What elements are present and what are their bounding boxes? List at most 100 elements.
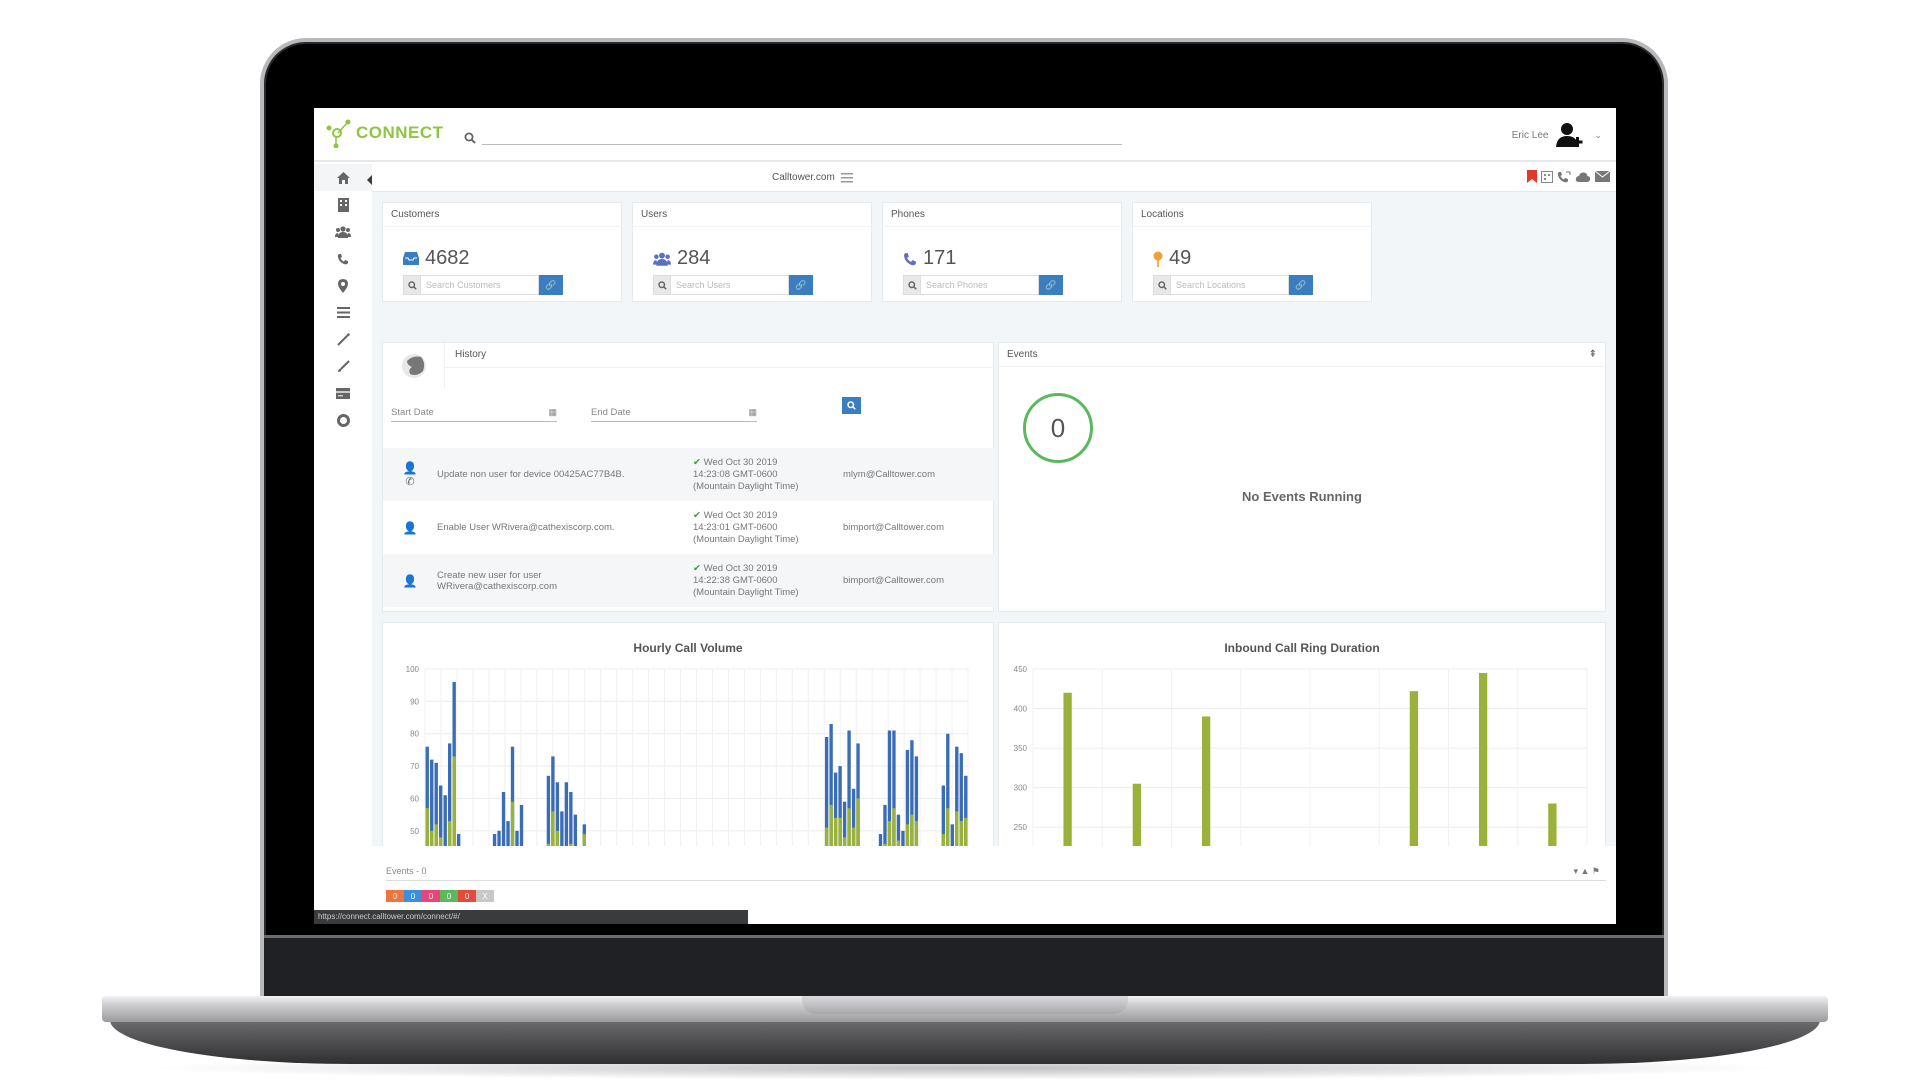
history-row[interactable]: 👤 Enable User WRivera@cathexiscorp.com. …	[383, 501, 995, 554]
sidebar-item-support[interactable]	[314, 407, 372, 434]
inbox-icon	[403, 252, 419, 265]
history-description: Enable User WRivera@cathexiscorp.com.	[437, 522, 615, 533]
sidebar-item-home[interactable]	[314, 164, 372, 191]
stat-value: 171	[923, 247, 957, 269]
user-icon: 👤	[402, 461, 418, 475]
phone-forward-icon[interactable]	[1557, 171, 1571, 183]
building-icon	[337, 197, 349, 212]
user-name: Eric Lee	[1511, 129, 1549, 141]
qr-icon[interactable]	[1541, 170, 1553, 183]
end-date-input[interactable]: End Date ▦	[591, 407, 757, 422]
event-badge[interactable]: 0	[404, 890, 422, 902]
sidebar-item-locations[interactable]	[314, 272, 372, 299]
location-search: Search Locations 🔗	[1153, 275, 1313, 295]
brush-icon	[337, 360, 350, 372]
stat-value: 49	[1169, 247, 1192, 269]
event-badge[interactable]: 0	[458, 890, 476, 902]
bar-inbound	[946, 808, 950, 847]
bar-inbound	[430, 830, 434, 847]
brand-name: CONNECT	[356, 123, 444, 142]
link-button[interactable]: 🔗	[1039, 275, 1063, 295]
sidebar	[314, 164, 372, 924]
menu-icon[interactable]	[840, 172, 853, 183]
bar-outbound	[569, 791, 573, 847]
history-date: ✔ Wed Oct 30 2019 14:23:08 GMT-0600 (Mount…	[693, 456, 799, 492]
bar-inbound	[959, 821, 963, 847]
bar-outbound	[506, 821, 510, 847]
link-button[interactable]: 🔗	[539, 275, 563, 295]
event-badge[interactable]: X	[476, 890, 494, 902]
stat-value: 4682	[425, 247, 470, 269]
toolbar-icons	[1527, 170, 1610, 183]
bar-outbound	[883, 804, 887, 847]
phone-icon	[904, 252, 916, 265]
sidebar-item-list[interactable]	[314, 299, 372, 326]
sidebar-item-phones[interactable]	[314, 245, 372, 272]
sidebar-item-billing[interactable]	[314, 380, 372, 407]
bar	[1478, 672, 1488, 847]
stat-value: 284	[677, 247, 711, 269]
globe-icon-box	[383, 343, 445, 389]
search-icon	[903, 275, 921, 295]
bar-inbound	[851, 827, 856, 847]
bar-inbound	[434, 824, 438, 847]
cloud-upload-icon[interactable]	[1575, 171, 1591, 183]
bookmark-icon[interactable]	[1527, 170, 1537, 183]
mail-icon[interactable]	[1595, 171, 1610, 182]
search-input[interactable]	[482, 144, 1122, 145]
history-search-button[interactable]	[842, 397, 861, 414]
history-date: ✔ Wed Oct 30 2019 14:22:38 GMT-0600 (Mount…	[693, 562, 799, 598]
search-icon	[653, 275, 671, 295]
events-count-ring: 0	[1023, 393, 1093, 463]
warning-icon[interactable]: ▲	[1580, 866, 1589, 876]
bar-outbound	[515, 830, 519, 847]
link-button[interactable]: 🔗	[789, 275, 813, 295]
sidebar-item-wizard[interactable]	[314, 326, 372, 353]
bar-inbound	[510, 801, 515, 847]
link-icon: 🔗	[795, 279, 807, 290]
event-badge[interactable]: 0	[422, 890, 440, 902]
sidebar-item-customers[interactable]	[314, 191, 372, 218]
history-row[interactable]: 👤 Create new user for user WRivera@cathe…	[383, 554, 995, 607]
phone-search: Search Phones 🔗	[903, 275, 1063, 295]
home-icon	[336, 171, 350, 184]
collapse-icon[interactable]: ▾	[1573, 866, 1578, 876]
bar-inbound	[555, 830, 560, 847]
search-customers-input[interactable]: Search Customers	[421, 275, 539, 295]
bar	[1201, 716, 1211, 847]
bar-inbound	[824, 827, 829, 847]
event-badge[interactable]: 0	[440, 890, 458, 902]
bar-outbound	[950, 824, 954, 847]
bar-inbound	[964, 817, 968, 847]
sidebar-item-users[interactable]	[314, 218, 372, 245]
sidebar-item-customize[interactable]	[314, 353, 372, 380]
user-menu[interactable]: Eric Lee ⌄	[1512, 122, 1602, 148]
y-tick-label: 50	[410, 827, 419, 836]
event-badges: 00000X	[386, 890, 494, 902]
globe-icon	[401, 354, 426, 378]
link-button[interactable]: 🔗	[1289, 275, 1313, 295]
breadcrumb-domain[interactable]: Calltower.com	[772, 172, 835, 183]
search-phones-input[interactable]: Search Phones	[921, 275, 1039, 295]
calendar-icon[interactable]: ▦	[548, 407, 557, 418]
event-badge[interactable]: 0	[386, 890, 404, 902]
bar-outbound	[443, 795, 447, 847]
start-date-input[interactable]: Start Date ▦	[391, 407, 557, 422]
bar-inbound	[856, 798, 860, 847]
browser-status-url: https://connect.calltower.com/connect/#/	[314, 910, 748, 924]
search-users-input[interactable]: Search Users	[671, 275, 789, 295]
search-locations-input[interactable]: Search Locations	[1171, 275, 1289, 295]
logo[interactable]: CONNECT	[326, 118, 444, 148]
y-tick-label: 70	[410, 762, 419, 771]
link-icon: 🔗	[545, 279, 557, 290]
history-row[interactable]: 👤 ✆ Update non user for device 00425AC77B…	[383, 448, 995, 501]
bar-inbound	[452, 756, 456, 847]
card-title: Customers	[383, 203, 621, 227]
bar-outbound	[546, 775, 551, 847]
flag-icon[interactable]: ⚑	[1592, 866, 1600, 876]
global-search[interactable]	[464, 130, 1122, 145]
pin-icon[interactable]: ⇞	[1589, 349, 1597, 360]
calendar-icon[interactable]: ▦	[748, 407, 757, 418]
list-icon	[336, 307, 350, 318]
y-tick-label: 80	[410, 730, 419, 739]
